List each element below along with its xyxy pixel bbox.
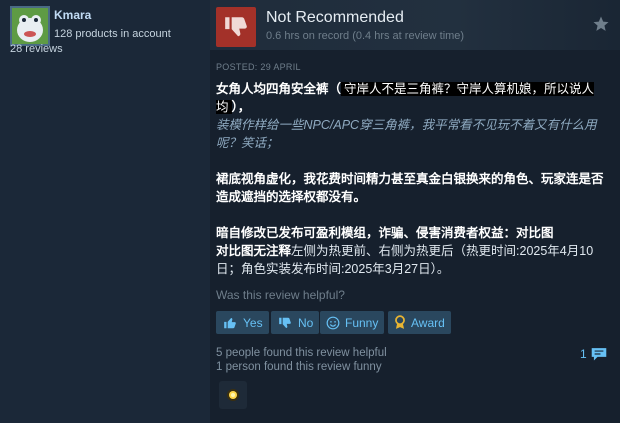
received-award-badge[interactable]: [219, 381, 247, 409]
thumbs-up-icon: [224, 317, 236, 328]
helpful-question: Was this review helpful?: [216, 288, 345, 302]
no-label: No: [298, 315, 314, 330]
author-name[interactable]: Kmara: [54, 8, 91, 22]
review-italic-line: 装模作样给一些NPC/APC穿三角裤，我平常看不见玩不着又有什么用呢？笑话；: [216, 118, 597, 150]
comment-icon: [591, 348, 606, 361]
review-paragraph-3: 暗自修改已发布可盈利模组，诈骗、侵害消费者权益：对比图 对比图无注释左侧为热更前…: [216, 224, 612, 278]
thumbs-down-icon: [279, 317, 291, 328]
author-reviews-count[interactable]: 28 reviews: [10, 43, 63, 55]
funny-label: Funny: [345, 315, 379, 330]
award-icon: [395, 315, 405, 329]
award-label: Award: [411, 315, 445, 330]
review-paragraph-2: 裙底视角虚化，我花费时间精力甚至真金白银换来的角色、玩家连是否造成遮挡的选择权都…: [216, 170, 612, 206]
funny-button[interactable]: Funny: [320, 311, 385, 334]
review-paragraph-1: 女角人均四角安全裤（ 守岸人不是三角裤？守岸人算机娘，所以说人均）， 装模作样给一…: [216, 80, 612, 152]
author-products-count[interactable]: 128 products in account: [54, 28, 171, 40]
smiley-icon: [326, 316, 340, 329]
review-body: 女角人均四角安全裤（ 守岸人不是三角裤？守岸人算机娘，所以说人均）， 装模作样给一…: [216, 80, 612, 296]
funny-count: 1 person found this review funny: [216, 361, 382, 373]
comments-link[interactable]: 1: [580, 346, 608, 362]
comment-count: 1: [580, 347, 587, 361]
yes-button[interactable]: Yes: [216, 311, 269, 334]
thumbs-down-icon: [216, 7, 256, 47]
no-button[interactable]: No: [271, 311, 320, 334]
review-text-part: ），: [231, 100, 251, 114]
review-text-part: 裙底视角虚化，我花费时间精力甚至真金白银换来的角色、玩家连是否造成遮挡的选择权都…: [216, 172, 604, 204]
award-button[interactable]: Award: [388, 311, 451, 334]
helpful-count: 5 people found this review helpful: [216, 347, 387, 359]
star-icon[interactable]: [592, 15, 610, 33]
posted-date: POSTED: 29 APRIL: [216, 62, 301, 72]
review-text-part: 女角人均四角安全裤（: [216, 82, 342, 96]
hours-on-record: 0.6 hrs on record (0.4 hrs at review tim…: [266, 30, 465, 42]
verdict-title[interactable]: Not Recommended: [266, 9, 404, 27]
award-badge-icon: [227, 389, 239, 401]
yes-label: Yes: [243, 315, 263, 330]
author-avatar[interactable]: [10, 6, 50, 46]
